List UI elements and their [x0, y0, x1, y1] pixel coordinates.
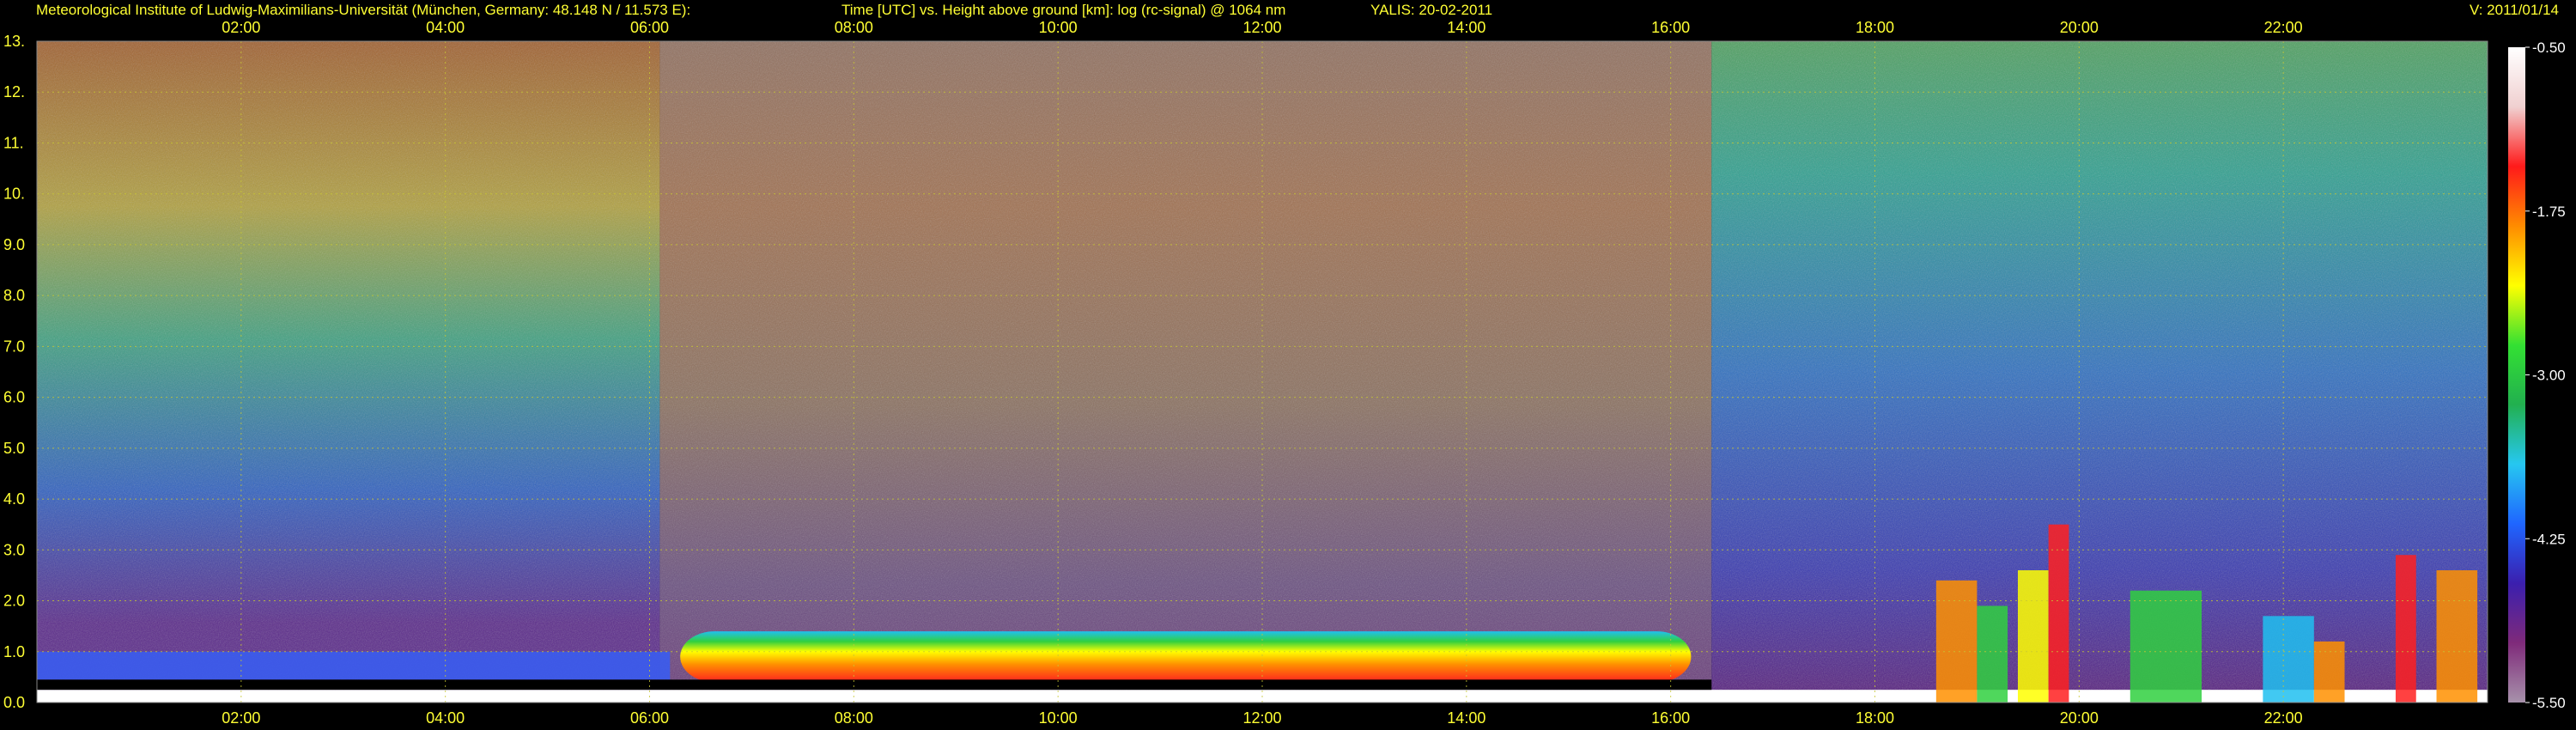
- y-tick-label: 12.: [3, 83, 25, 100]
- x-axis-top: 02:00 04:00 06:00 08:00 10:00 12:00 14:00 16:00…: [222, 19, 2302, 36]
- cloud-column: [2313, 641, 2345, 703]
- y-tick-label: 13.: [3, 33, 25, 50]
- x-axis-bottom: 02:00 04:00 06:00 08:00 10:00 12:00 14:00 16:00…: [222, 709, 2302, 727]
- boundary-layer-early: [37, 651, 671, 680]
- y-tick-label: 6.0: [3, 389, 25, 406]
- cloud-column: [2017, 570, 2049, 703]
- near-ground-dark-band: [37, 679, 1712, 690]
- cloud-column: [2395, 555, 2416, 703]
- x-tick-label-bottom: 08:00: [835, 709, 873, 727]
- cloud-column: [1977, 605, 2008, 703]
- cloud-column: [2048, 524, 2069, 703]
- x-tick-label-bottom: 04:00: [426, 709, 465, 727]
- x-tick-label-bottom: 20:00: [2060, 709, 2099, 727]
- cloud-column: [2129, 590, 2202, 703]
- y-tick-label: 9.0: [3, 236, 25, 253]
- x-tick-label-top: 20:00: [2060, 19, 2099, 36]
- x-tick-label-bottom: 10:00: [1039, 709, 1078, 727]
- x-tick-label-top: 12:00: [1242, 19, 1281, 36]
- x-tick-label-top: 06:00: [630, 19, 669, 36]
- cloud-column: [2263, 616, 2314, 703]
- x-tick-label-top: 18:00: [1856, 19, 1894, 36]
- y-tick-label: 4.0: [3, 490, 25, 508]
- boundary-layer-midday: [680, 631, 1692, 683]
- x-tick-label-top: 14:00: [1447, 19, 1485, 36]
- lidar-heatmap-chart: 02:00 04:00 06:00 08:00 10:00 12:00 14:00 16:00…: [3, 19, 2566, 727]
- cloud-column: [2436, 570, 2478, 703]
- y-tick-label: 11.: [3, 134, 24, 151]
- cloud-column: [1935, 580, 1978, 703]
- y-tick-label: 10.: [3, 186, 25, 203]
- x-tick-label-top: 08:00: [835, 19, 873, 36]
- x-tick-label-top: 10:00: [1039, 19, 1078, 36]
- y-tick-label: 2.0: [3, 593, 25, 610]
- y-axis: 0.0 1.0 2.0 3.0 4.0 5.0 6.0 7.0 8.0 9.0 10. 11. 12. 1…: [3, 33, 25, 711]
- y-tick-label: 3.0: [3, 541, 25, 558]
- x-tick-label-top: 16:00: [1651, 19, 1690, 36]
- y-tick-label: 1.0: [3, 643, 25, 660]
- x-tick-label-top: 02:00: [222, 19, 260, 36]
- y-tick-label: 8.0: [3, 287, 25, 304]
- x-tick-label-top: 04:00: [426, 19, 465, 36]
- colorbar-scale: [2508, 47, 2525, 703]
- x-tick-label-bottom: 22:00: [2264, 709, 2303, 727]
- colorbar-tick-label: -1.75: [2532, 204, 2566, 220]
- colorbar-tick-label: -3.00: [2532, 368, 2566, 384]
- x-tick-label-bottom: 02:00: [222, 709, 260, 727]
- x-tick-label-bottom: 14:00: [1447, 709, 1485, 727]
- x-tick-label-bottom: 06:00: [630, 709, 669, 727]
- y-tick-label: 7.0: [3, 338, 25, 355]
- x-tick-label-bottom: 18:00: [1856, 709, 1894, 727]
- x-tick-label-bottom: 12:00: [1242, 709, 1281, 727]
- colorbar-tick-label: -5.50: [2532, 695, 2566, 711]
- colorbar: -0.50 -1.75 -3.00 -4.25 -5.50: [2508, 40, 2566, 711]
- y-tick-label: 5.0: [3, 440, 25, 457]
- x-tick-label-bottom: 16:00: [1651, 709, 1690, 727]
- x-tick-label-top: 22:00: [2264, 19, 2303, 36]
- colorbar-tick-label: -0.50: [2532, 40, 2566, 56]
- colorbar-tick-label: -4.25: [2532, 531, 2566, 547]
- y-tick-label: 0.0: [3, 694, 25, 711]
